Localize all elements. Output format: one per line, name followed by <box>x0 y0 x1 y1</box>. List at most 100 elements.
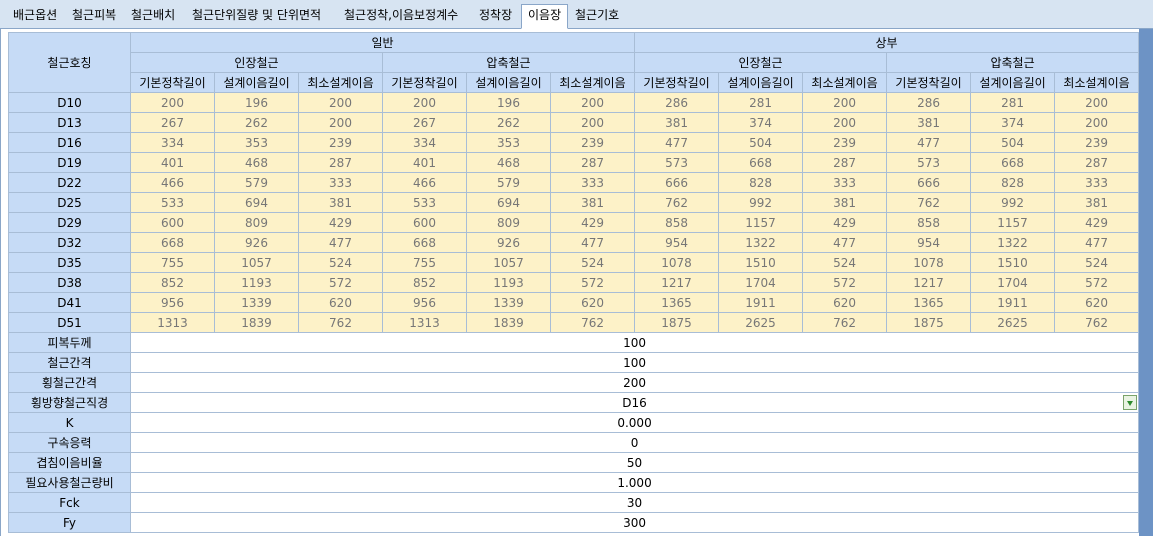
grid-cell[interactable]: 1078 <box>886 252 972 273</box>
grid-cell[interactable]: 668 <box>970 152 1056 173</box>
grid-cell[interactable]: 524 <box>298 252 383 273</box>
tab-rebar-layout[interactable]: 철근배치 <box>125 5 181 25</box>
grid-cell[interactable]: 286 <box>886 92 972 113</box>
grid-cell[interactable]: 858 <box>886 212 972 233</box>
grid-cell[interactable]: 852 <box>130 272 215 293</box>
grid-cell[interactable]: 992 <box>970 192 1056 213</box>
grid-cell[interactable]: 579 <box>466 172 551 193</box>
grid-cell[interactable]: 956 <box>382 292 467 313</box>
grid-cell[interactable]: 262 <box>214 112 299 133</box>
grid-cell[interactable]: 477 <box>634 132 720 153</box>
grid-cell[interactable]: 762 <box>802 312 888 333</box>
param-value[interactable]: 200 <box>129 372 1140 393</box>
grid-cell[interactable]: 809 <box>214 212 299 233</box>
grid-cell[interactable]: 852 <box>382 272 467 293</box>
dropdown-arrow-icon[interactable] <box>1123 395 1138 410</box>
grid-cell[interactable]: 533 <box>130 192 215 213</box>
grid-cell[interactable]: 381 <box>886 112 972 133</box>
grid-cell[interactable]: 666 <box>634 172 720 193</box>
grid-cell[interactable]: 200 <box>1054 112 1140 133</box>
grid-cell[interactable]: 429 <box>1054 212 1140 233</box>
tab-rebar-options[interactable]: 배근옵션 <box>7 5 63 25</box>
grid-cell[interactable]: 1078 <box>634 252 720 273</box>
grid-cell[interactable]: 429 <box>549 212 636 233</box>
grid-cell[interactable]: 200 <box>298 92 383 113</box>
grid-cell[interactable]: 1193 <box>214 272 299 293</box>
grid-cell[interactable]: 694 <box>466 192 551 213</box>
grid-cell[interactable]: 286 <box>634 92 720 113</box>
grid-cell[interactable]: 381 <box>298 192 383 213</box>
grid-cell[interactable]: 1704 <box>718 272 804 293</box>
grid-cell[interactable]: 533 <box>382 192 467 213</box>
tab-rebar-symbol[interactable]: 철근기호 <box>569 5 625 25</box>
grid-cell[interactable]: 1217 <box>886 272 972 293</box>
grid-cell[interactable]: 477 <box>549 232 636 253</box>
grid-cell[interactable]: 281 <box>718 92 804 113</box>
grid-cell[interactable]: 429 <box>802 212 888 233</box>
grid-cell[interactable]: 287 <box>802 152 888 173</box>
grid-cell[interactable]: 477 <box>886 132 972 153</box>
grid-cell[interactable]: 381 <box>634 112 720 133</box>
grid-cell[interactable]: 600 <box>382 212 467 233</box>
grid-cell[interactable]: 381 <box>1054 192 1140 213</box>
grid-cell[interactable]: 694 <box>214 192 299 213</box>
grid-cell[interactable]: 267 <box>130 112 215 133</box>
grid-cell[interactable]: 333 <box>298 172 383 193</box>
grid-cell[interactable]: 200 <box>549 112 636 133</box>
grid-cell[interactable]: 239 <box>298 132 383 153</box>
grid-cell[interactable]: 267 <box>382 112 467 133</box>
grid-cell[interactable]: 1193 <box>466 272 551 293</box>
grid-cell[interactable]: 668 <box>382 232 467 253</box>
grid-cell[interactable]: 477 <box>298 232 383 253</box>
grid-cell[interactable]: 200 <box>549 92 636 113</box>
grid-cell[interactable]: 196 <box>466 92 551 113</box>
grid-cell[interactable]: 828 <box>718 172 804 193</box>
grid-cell[interactable]: 374 <box>718 112 804 133</box>
param-value[interactable]: 0 <box>129 432 1140 453</box>
grid-cell[interactable]: 954 <box>634 232 720 253</box>
grid-cell[interactable]: 2625 <box>970 312 1056 333</box>
grid-cell[interactable]: 1510 <box>718 252 804 273</box>
grid-cell[interactable]: 809 <box>466 212 551 233</box>
grid-cell[interactable]: 429 <box>298 212 383 233</box>
grid-cell[interactable]: 1365 <box>634 292 720 313</box>
grid-cell[interactable]: 2625 <box>718 312 804 333</box>
grid-cell[interactable]: 200 <box>382 92 467 113</box>
grid-cell[interactable]: 1911 <box>970 292 1056 313</box>
grid-cell[interactable]: 353 <box>214 132 299 153</box>
grid-cell[interactable]: 1510 <box>970 252 1056 273</box>
grid-cell[interactable]: 196 <box>214 92 299 113</box>
tab-splice-length[interactable]: 이음장 <box>521 4 569 29</box>
grid-cell[interactable]: 954 <box>886 232 972 253</box>
grid-cell[interactable]: 572 <box>1054 272 1140 293</box>
tab-rebar-cover[interactable]: 철근피복 <box>66 5 122 25</box>
grid-cell[interactable]: 762 <box>886 192 972 213</box>
grid-cell[interactable]: 572 <box>298 272 383 293</box>
param-value[interactable]: 100 <box>129 352 1140 373</box>
grid-cell[interactable]: 200 <box>130 92 215 113</box>
grid-cell[interactable]: 1875 <box>634 312 720 333</box>
grid-cell[interactable]: 477 <box>1054 232 1140 253</box>
grid-cell[interactable]: 200 <box>802 112 888 133</box>
tab-anchorage-length[interactable]: 정착장 <box>473 5 518 25</box>
grid-cell[interactable]: 1313 <box>130 312 215 333</box>
grid-cell[interactable]: 828 <box>970 172 1056 193</box>
grid-cell[interactable]: 239 <box>549 132 636 153</box>
grid-cell[interactable]: 287 <box>549 152 636 173</box>
grid-cell[interactable]: 466 <box>382 172 467 193</box>
grid-cell[interactable]: 858 <box>634 212 720 233</box>
grid-cell[interactable]: 200 <box>298 112 383 133</box>
grid-cell[interactable]: 573 <box>886 152 972 173</box>
grid-cell[interactable]: 755 <box>130 252 215 273</box>
grid-cell[interactable]: 572 <box>802 272 888 293</box>
grid-cell[interactable]: 334 <box>382 132 467 153</box>
grid-cell[interactable]: 762 <box>549 312 636 333</box>
tab-rebar-unit-mass-area[interactable]: 철근단위질량 및 단위면적 <box>186 5 327 25</box>
grid-cell[interactable]: 1217 <box>634 272 720 293</box>
grid-cell[interactable]: 926 <box>466 232 551 253</box>
grid-cell[interactable]: 381 <box>802 192 888 213</box>
grid-cell[interactable]: 333 <box>802 172 888 193</box>
grid-cell[interactable]: 666 <box>886 172 972 193</box>
grid-cell[interactable]: 401 <box>130 152 215 173</box>
param-value[interactable]: 100 <box>129 332 1140 353</box>
